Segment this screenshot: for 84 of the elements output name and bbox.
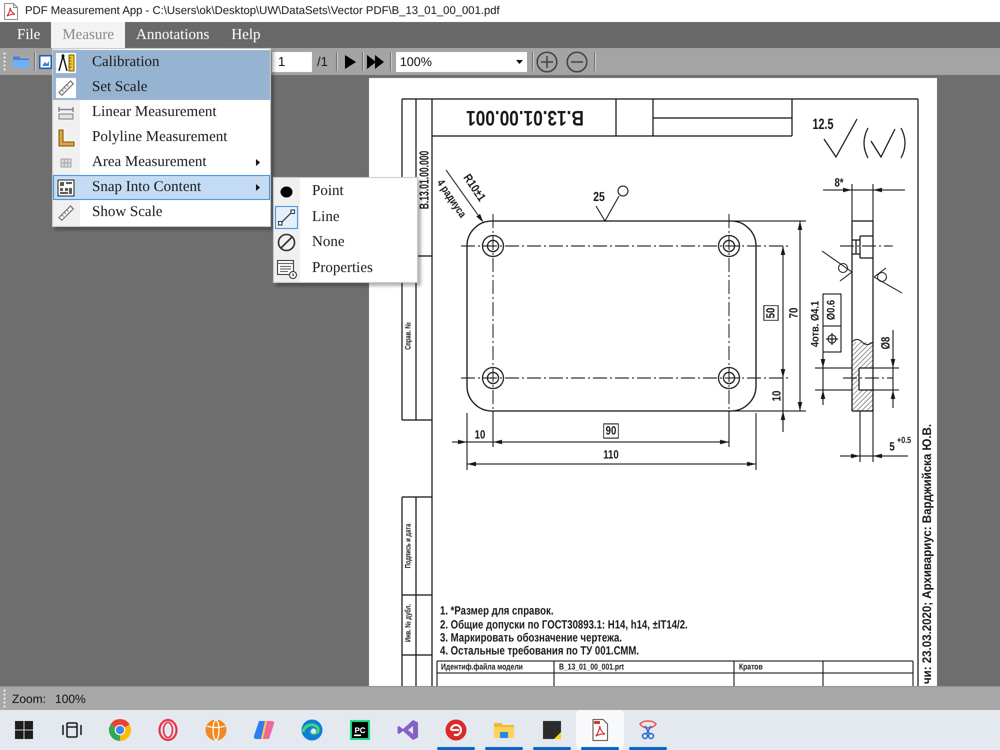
- drawing-number: B.13.01.00.000: [418, 150, 432, 210]
- angle-ruler-icon: [56, 128, 76, 148]
- ring-icon: [156, 718, 180, 742]
- menu-item[interactable]: Show Scale: [53, 200, 270, 225]
- zoom-combo[interactable]: 100%: [396, 52, 527, 72]
- picture-icon: [39, 54, 52, 70]
- tolerance-text: +0.5: [897, 435, 912, 445]
- plus-circle-icon: [536, 50, 558, 72]
- note-line: 2. Общие допуски по ГОСТ30893.1: H14, h14, ±IT14/2.: [440, 618, 688, 632]
- surface-value: 25: [593, 190, 605, 204]
- status-value: 100%: [55, 692, 86, 706]
- tolerance-value: Ø0.6: [826, 300, 838, 320]
- dimension-text: 70: [787, 308, 801, 318]
- menu-item[interactable]: Properties: [274, 256, 417, 281]
- page-number-field[interactable]: 1: [272, 52, 312, 72]
- mounting-hole: [718, 366, 740, 390]
- note-line: 3. Маркировать обозначение чертежа.: [440, 631, 622, 645]
- table-cell: B_13_01_00_001.prt: [559, 662, 624, 672]
- pdf-file-icon: [4, 2, 18, 20]
- menubar-item[interactable]: File: [6, 22, 52, 48]
- zoom-in-button[interactable]: [536, 50, 558, 72]
- swirl-disc-icon: [444, 718, 468, 742]
- taskbar-button[interactable]: [576, 710, 624, 750]
- play-triangle-icon: [344, 54, 356, 68]
- dimension-text: 110: [603, 448, 619, 462]
- segmented-circle-icon: [108, 718, 132, 742]
- toolbar-grip[interactable]: [3, 52, 6, 71]
- menu-item[interactable]: Set Scale: [53, 75, 270, 100]
- striped-ball-icon: [204, 718, 228, 742]
- tolerance-frame: [822, 294, 842, 352]
- menu-item[interactable]: Snap Into Content: [53, 175, 270, 200]
- position-symbol-icon: [826, 333, 838, 345]
- menu-item[interactable]: None: [274, 230, 417, 256]
- menu-item[interactable]: Polyline Measurement: [53, 125, 270, 150]
- roughness-value: 12.5: [812, 115, 834, 133]
- status-label: Zoom:: [12, 692, 46, 706]
- mounting-hole: [718, 234, 740, 258]
- leader-line: [814, 352, 852, 406]
- surface-symbol: [874, 268, 902, 294]
- grid-tile-icon: [56, 178, 76, 198]
- logo-letters: PC: [354, 726, 366, 735]
- table-cell: Идентиф.файла модели: [441, 662, 523, 672]
- hole-label: 4отв. Ø4.1: [810, 300, 822, 348]
- taskbar-button[interactable]: PC: [336, 710, 384, 750]
- menu-item[interactable]: Linear Measurement: [53, 100, 270, 125]
- roughness-symbol: [863, 127, 906, 159]
- dimension-text: 90: [603, 423, 619, 439]
- menu-item[interactable]: Line: [274, 204, 417, 230]
- dimension-text: 50: [763, 305, 779, 321]
- compass-ruler-icon: [56, 52, 76, 72]
- minus-circle-icon: [566, 50, 588, 72]
- archive-note: чи: 23.03.2020; Архивариус: Варджийска Ю.В.: [920, 424, 934, 684]
- page-count: /1: [317, 54, 328, 69]
- caret-icon: [516, 60, 523, 64]
- drawing-number: B.13.01.00.001: [466, 106, 584, 128]
- double-triangle-icon: [366, 54, 385, 68]
- folder-icon: [12, 54, 30, 68]
- dimension-text: 8*: [834, 176, 844, 190]
- menubar-item[interactable]: Help: [220, 22, 272, 48]
- surface-symbol: [822, 250, 852, 282]
- window-title: PDF Measurement App - C:\Users\ok\Desktop\UW\DataSets\Vector PDF\B_13_01_00_001.pdf: [25, 5, 500, 17]
- ribbon-icon: [396, 718, 420, 742]
- dimension-text: Ø8: [879, 336, 893, 350]
- ruler-icon: [56, 202, 76, 222]
- menu-item[interactable]: Area Measurement: [53, 150, 270, 175]
- note-line: 1. *Размер для справок.: [440, 604, 554, 618]
- dimension-text: 10: [474, 428, 486, 442]
- note-line: 4. Остальные требования по ТУ 001.СММ.: [440, 644, 640, 658]
- ruler-icon: [56, 78, 76, 98]
- menu-item[interactable]: Point: [274, 179, 417, 204]
- wave-circle-icon: [300, 718, 324, 742]
- dimension-text: 10: [770, 390, 784, 402]
- zoom-out-button[interactable]: [566, 50, 588, 72]
- four-squares-icon: [12, 718, 36, 742]
- surface-symbol: [596, 186, 628, 222]
- dimension-text: 5: [889, 440, 895, 454]
- mounting-hole: [482, 234, 504, 258]
- sticky-note-icon: [540, 718, 564, 742]
- slanted-tiles-icon: [252, 718, 276, 742]
- menubar-item[interactable]: Annotations: [125, 22, 220, 48]
- mounting-hole: [482, 366, 504, 390]
- menu-item[interactable]: Calibration: [53, 50, 270, 75]
- statusbar-grip[interactable]: [3, 689, 6, 708]
- table-cell: Кратов: [739, 662, 763, 672]
